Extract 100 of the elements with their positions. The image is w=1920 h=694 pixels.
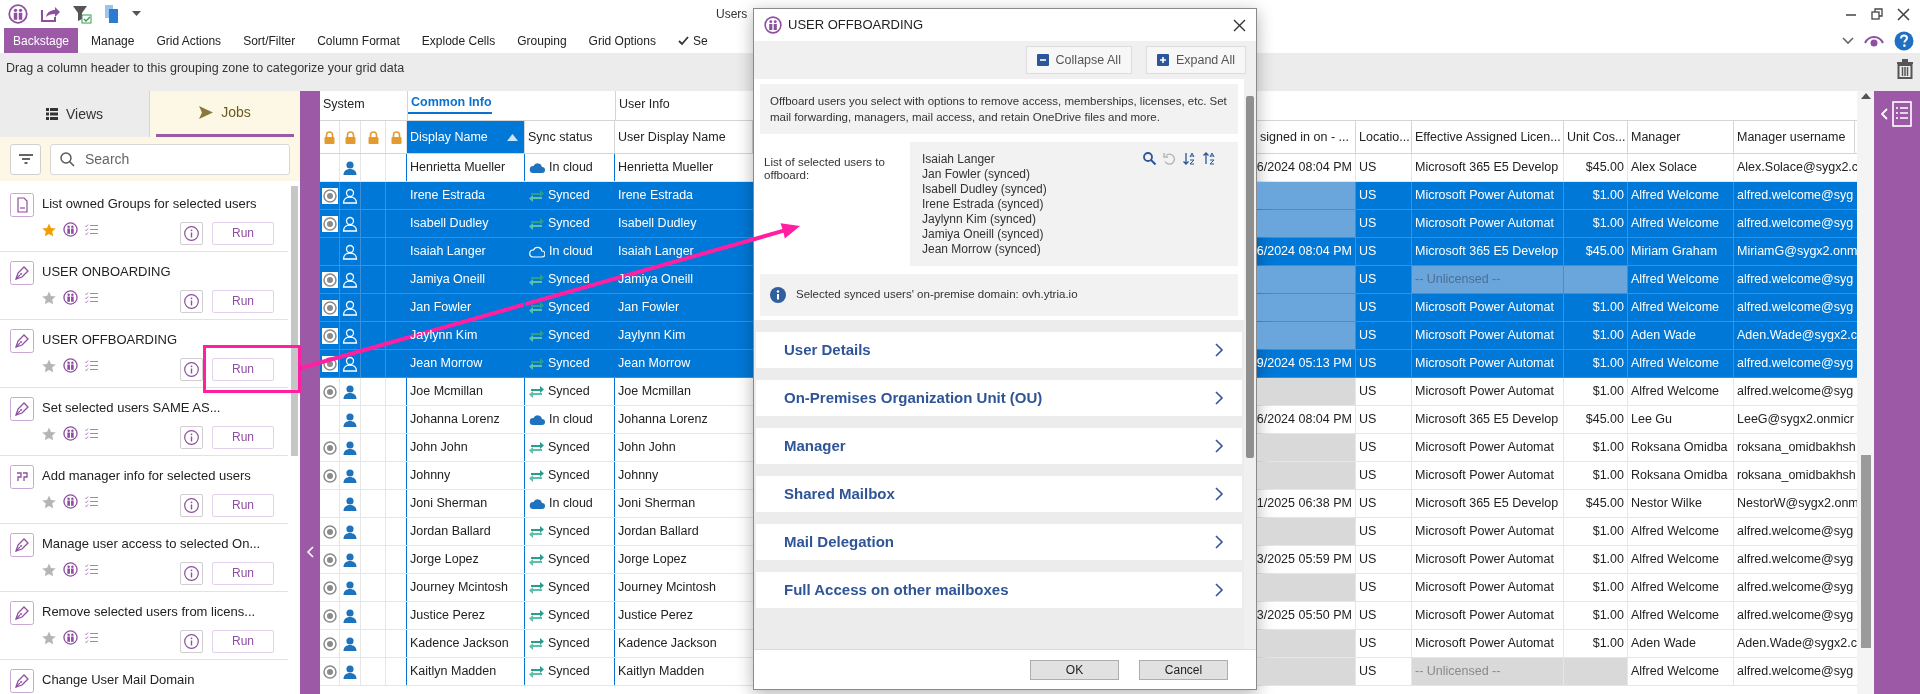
scrollbar[interactable]	[1246, 96, 1254, 458]
filter-icon[interactable]	[72, 4, 92, 24]
job-title[interactable]: USER ONBOARDING	[42, 252, 274, 288]
share-icon[interactable]	[40, 5, 60, 23]
list-item[interactable]: Jamiya Oneill (synced)	[922, 227, 1044, 242]
section-header[interactable]: Mail Delegation	[756, 524, 1242, 560]
panel-toggle-icon[interactable]	[1881, 101, 1913, 127]
section-header[interactable]: User Details	[756, 332, 1242, 368]
search-field[interactable]: Search	[50, 143, 290, 175]
column-group-header[interactable]: User Info	[616, 95, 670, 114]
caret-icon[interactable]	[132, 11, 141, 17]
run-button[interactable]: Run	[212, 425, 274, 449]
table-row[interactable]: Jordan Ballard Synced Jordan Ballard	[320, 518, 753, 546]
table-row[interactable]: John John Synced John John	[320, 434, 753, 462]
eye-icon[interactable]	[1864, 33, 1884, 48]
info-button[interactable]	[180, 629, 203, 653]
ribbon-tab[interactable]: Explode Cells	[412, 28, 505, 53]
table-row[interactable]: US Microsoft Power Automat $1.00 Alfred Welcome alfred.welcome@syg	[1257, 182, 1857, 210]
table-row[interactable]: Jean Morrow Synced Jean Morrow	[320, 350, 753, 378]
list-item[interactable]: Isaiah Langer	[922, 152, 995, 167]
restore-icon[interactable]	[1871, 8, 1883, 20]
table-row[interactable]: Johanna Lorenz In cloud Johanna Lorenz	[320, 406, 753, 434]
run-button[interactable]: Run	[212, 289, 274, 313]
sort-icon[interactable]	[1203, 152, 1216, 165]
toolbar-button[interactable]: Collapse All	[1025, 46, 1132, 74]
ribbon-tab[interactable]: Grouping	[508, 28, 576, 53]
scrollbar[interactable]	[1860, 455, 1871, 648]
table-row[interactable]: US Microsoft Power Automat $1.00 Alfred Welcome alfred.welcome@syg	[1257, 518, 1857, 546]
job-title[interactable]: Manage user access to selected On...	[42, 524, 274, 560]
run-button[interactable]: Run	[212, 493, 274, 517]
trash-icon[interactable]	[1896, 59, 1914, 79]
table-row[interactable]: 6/2024 08:04 PM US Microsoft 365 E5 Develop $45.00 Alex Solace Alex.Solace@sygx2.c	[1257, 154, 1857, 182]
close-icon[interactable]	[1897, 7, 1910, 21]
ribbon-tab[interactable]: Column Format	[308, 28, 409, 53]
dialog-button[interactable]: Cancel	[1139, 659, 1228, 680]
job-title[interactable]: Add manager info for selected users	[42, 456, 274, 492]
info-button[interactable]	[180, 289, 203, 313]
table-row[interactable]: US -- Unlicensed -- Alfred Welcome alfred.welcome@syg	[1257, 266, 1857, 294]
ribbon-tab[interactable]: Backstage	[4, 28, 79, 53]
run-button[interactable]: Run	[212, 357, 274, 381]
table-row[interactable]: Jorge Lopez Synced Jorge Lopez	[320, 546, 753, 574]
run-button[interactable]: Run	[212, 221, 274, 245]
ribbon-tab[interactable]: Grid Options	[579, 28, 665, 53]
section-header[interactable]: Manager	[756, 428, 1242, 464]
info-button[interactable]	[180, 425, 203, 449]
copy-icon[interactable]	[104, 4, 120, 24]
info-button[interactable]	[180, 561, 203, 585]
table-row[interactable]: 6/2024 08:04 PM US Microsoft 365 E5 Develop $45.00 Miriam Graham MiriamG@sygx2.onm	[1257, 238, 1857, 266]
ribbon-tab[interactable]: Grid Actions	[147, 28, 231, 53]
list-item[interactable]: Irene Estrada (synced)	[922, 197, 1044, 212]
job-title[interactable]: List owned Groups for selected users	[42, 184, 274, 220]
table-row[interactable]: Irene Estrada Synced Irene Estrada	[320, 182, 753, 210]
job-title[interactable]: Remove selected users from licens...	[42, 592, 274, 628]
table-row[interactable]: US Microsoft Power Automat $1.00 Alfred Welcome alfred.welcome@syg	[1257, 378, 1857, 406]
column-header[interactable]: Unit Cos...	[1564, 121, 1628, 153]
info-button[interactable]	[180, 357, 203, 381]
table-row[interactable]: Jamiya Oneill Synced Jamiya Oneill	[320, 266, 753, 294]
table-row[interactable]: US Microsoft Power Automat $1.00 Roksana Omidba roksana_omidbakhsh	[1257, 434, 1857, 462]
table-row[interactable]: US Microsoft Power Automat $1.00 Aden Wade Aden.Wade@sygx2.c	[1257, 630, 1857, 658]
job-title[interactable]: Change User Mail Domain	[42, 660, 274, 694]
column-header[interactable]: signed in on - ...	[1257, 121, 1356, 153]
run-button[interactable]: Run	[212, 561, 274, 585]
column-header[interactable]: Display Name	[407, 121, 525, 153]
run-button[interactable]: Run	[212, 629, 274, 653]
table-row[interactable]: Isabell Dudley Synced Isabell Dudley	[320, 210, 753, 238]
table-row[interactable]: US Microsoft Power Automat $1.00 Alfred Welcome alfred.welcome@syg	[1257, 210, 1857, 238]
toolbar-button[interactable]: Expand All	[1145, 46, 1246, 74]
table-row[interactable]: Justice Perez Synced Justice Perez	[320, 602, 753, 630]
dialog-button[interactable]: OK	[1030, 659, 1119, 680]
table-row[interactable]: Jan Fowler Synced Jan Fowler	[320, 294, 753, 322]
close-icon[interactable]	[1233, 18, 1246, 32]
table-row[interactable]: Isaiah Langer In cloud Isaiah Langer	[320, 238, 753, 266]
table-row[interactable]: US Microsoft Power Automat $1.00 Alfred Welcome alfred.welcome@syg	[1257, 574, 1857, 602]
ribbon-tab[interactable]: Manage	[82, 28, 144, 53]
sort-icon[interactable]	[1183, 152, 1196, 165]
column-group-header[interactable]: Common Info	[408, 93, 492, 114]
scroll-up-icon[interactable]	[1860, 93, 1871, 99]
table-row[interactable]: Joni Sherman In cloud Joni Sherman	[320, 490, 753, 518]
ribbon-tab[interactable]: Sort/Filter	[234, 28, 305, 53]
table-row[interactable]: Henrietta Mueller In cloud Henrietta Mueller	[320, 154, 753, 182]
list-item[interactable]: Jean Morrow (synced)	[922, 242, 1041, 257]
table-row[interactable]: 6/2024 08:04 PM US Microsoft 365 E5 Develop $45.00 Lee Gu LeeG@sygx2.onmicr	[1257, 406, 1857, 434]
search-icon[interactable]	[1143, 152, 1156, 165]
chevron-icon[interactable]	[1842, 36, 1854, 45]
job-title[interactable]: USER OFFBOARDING	[42, 320, 274, 356]
help-icon[interactable]	[1894, 30, 1914, 51]
info-button[interactable]	[180, 221, 203, 245]
scrollbar[interactable]	[290, 186, 298, 456]
tab[interactable]: Views	[0, 91, 150, 137]
column-header[interactable]: Sync status	[525, 121, 615, 153]
table-row[interactable]: Journey Mcintosh Synced Journey Mcintosh	[320, 574, 753, 602]
filter-button[interactable]	[10, 143, 41, 175]
table-row[interactable]: US Microsoft Power Automat $1.00 Aden Wade Aden.Wade@sygx2.c	[1257, 322, 1857, 350]
list-item[interactable]: Isabell Dudley (synced)	[922, 182, 1047, 197]
people-icon[interactable]	[8, 4, 28, 24]
table-row[interactable]: Kaitlyn Madden Synced Kaitlyn Madden	[320, 658, 753, 686]
section-header[interactable]: Full Access on other mailboxes	[756, 572, 1242, 608]
section-header[interactable]: Shared Mailbox	[756, 476, 1242, 512]
list-item[interactable]: Jaylynn Kim (synced)	[922, 212, 1037, 227]
list-item[interactable]: Jan Fowler (synced)	[922, 167, 1031, 182]
